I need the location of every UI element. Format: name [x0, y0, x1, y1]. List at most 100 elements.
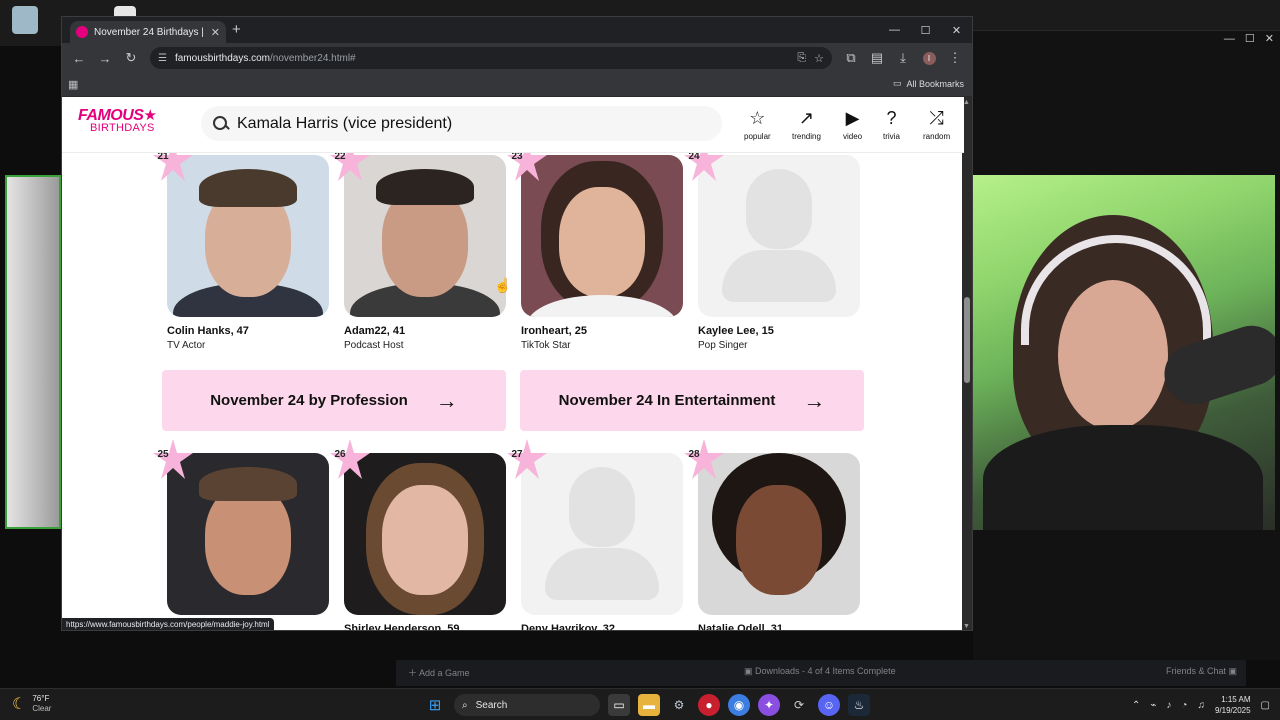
celebrity-card[interactable]: 24 Kaylee Lee, 15 Pop Singer: [684, 141, 860, 351]
discord-icon[interactable]: ☺: [818, 694, 840, 716]
celebrity-profession: TV Actor: [167, 340, 206, 351]
celebrity-name[interactable]: Adam22, 41: [344, 325, 506, 337]
steam-icon[interactable]: ♨: [848, 694, 870, 716]
sidepanel-icon[interactable]: ▤: [866, 47, 888, 69]
webcam-feed: [973, 175, 1275, 530]
video-icon: ▶: [845, 108, 860, 128]
bookmark-star-icon[interactable]: ☆: [814, 52, 824, 65]
celebrity-card[interactable]: 26 Shirley Henderson, 59: [330, 439, 506, 630]
minimize-icon[interactable]: —: [879, 17, 910, 43]
url-path: /november24.html#: [270, 52, 356, 64]
in-entertainment-button[interactable]: November 24 In Entertainment →: [520, 370, 864, 431]
friends-chat-button[interactable]: Friends & Chat ▣: [1166, 666, 1237, 677]
celebrity-name[interactable]: Colin Hanks, 47: [167, 325, 329, 337]
star-icon: ☆: [749, 108, 766, 128]
record-app-icon[interactable]: ●: [698, 694, 720, 716]
rank-number: 26: [334, 449, 346, 460]
address-bar[interactable]: ☰ famousbirthdays.com/november24.html# ⎘…: [150, 47, 832, 69]
downloads-status[interactable]: ▣ Downloads - 4 of 4 Items Complete: [744, 666, 896, 677]
volume-icon[interactable]: ♫: [1197, 700, 1205, 711]
taskbar-search-label: Search: [475, 699, 508, 711]
celebrity-card[interactable]: 21 Colin Hanks, 47 TV Actor: [153, 141, 329, 351]
microphone-icon[interactable]: ♪: [1166, 700, 1171, 711]
celebrity-profession: TikTok Star: [521, 340, 571, 351]
weather-temp: 76°F: [32, 694, 50, 703]
add-game-button[interactable]: ＋ Add a Game: [408, 666, 470, 679]
scroll-down-icon[interactable]: ▼: [963, 623, 970, 630]
recycle-bin-icon[interactable]: [12, 6, 38, 34]
nav-trivia[interactable]: ? trivia: [883, 107, 900, 141]
page-scrollbar[interactable]: ▲ ▼: [962, 97, 972, 630]
celebrity-card[interactable]: 23 Ironheart, 25 TikTok Star: [507, 141, 683, 351]
celebrity-name[interactable]: Natalie Odell, 31: [698, 623, 860, 630]
site-info-icon[interactable]: ☰: [158, 53, 167, 64]
by-profession-button[interactable]: November 24 by Profession →: [162, 370, 506, 431]
celebrity-name[interactable]: Deny Havrikov, 32: [521, 623, 683, 630]
weather-widget[interactable]: ☾ 76°F Clear: [12, 694, 51, 714]
clock-date: 9/19/2025: [1214, 706, 1251, 715]
all-bookmarks-label: All Bookmarks: [906, 78, 964, 89]
by-profession-label: November 24 by Profession: [210, 392, 408, 409]
reload-icon[interactable]: ↻: [120, 47, 142, 69]
notification-icon[interactable]: ▢: [1261, 700, 1270, 711]
nav-label: trivia: [883, 132, 900, 141]
close-window-icon[interactable]: ✕: [941, 17, 972, 43]
celebrity-name[interactable]: Shirley Henderson, 59: [344, 623, 506, 630]
install-app-icon[interactable]: ⎘: [797, 52, 806, 65]
background-window-controls[interactable]: — ☐ ✕: [1224, 31, 1274, 47]
taskbar-apps: ⊞ ⌕ Search ▭ ▬ ⚙ ● ◉ ✦ ⟳ ☺ ♨: [424, 694, 870, 716]
celebrity-name[interactable]: Kaylee Lee, 15: [698, 325, 860, 337]
celebrity-card[interactable]: 22 Adam22, 41 Podcast Host: [330, 141, 506, 351]
update-icon[interactable]: ⟳: [788, 694, 810, 716]
network-icon[interactable]: ⌁: [1150, 700, 1156, 711]
tab-close-icon[interactable]: ✕: [211, 26, 220, 39]
tab-bar: November 24 Birthdays | Famous ✕ + — ☐ ✕: [62, 17, 972, 43]
nav-label: trending: [792, 132, 821, 141]
copilot-icon[interactable]: ✦: [758, 694, 780, 716]
nav-trending[interactable]: ↗ trending: [792, 107, 821, 141]
back-icon[interactable]: ←: [68, 47, 90, 69]
celebrity-card[interactable]: 25: [153, 439, 329, 623]
url-text: famousbirthdays.com/november24.html#: [175, 53, 789, 64]
question-icon: ?: [886, 108, 897, 128]
mouse-cursor-icon: ☝: [494, 277, 512, 293]
wifi-icon[interactable]: ◔: [1181, 700, 1187, 711]
task-view-icon[interactable]: ▭: [608, 694, 630, 716]
tray-expand-icon[interactable]: ⌃: [1132, 700, 1140, 711]
status-bar-url: https://www.famousbirthdays.com/people/m…: [62, 618, 274, 630]
new-tab-icon[interactable]: +: [232, 21, 241, 38]
menu-kebab-icon[interactable]: ⋮: [944, 47, 966, 69]
chrome-icon[interactable]: ◉: [728, 694, 750, 716]
clock[interactable]: 1:15 AM 9/19/2025: [1215, 694, 1251, 716]
arrow-right-icon: →: [435, 387, 458, 413]
nav-random[interactable]: ⤮ random: [923, 107, 950, 141]
celebrity-card[interactable]: 27 Deny Havrikov, 32: [507, 439, 683, 630]
all-bookmarks-button[interactable]: ▭ All Bookmarks: [893, 78, 964, 89]
nav-popular[interactable]: ☆ popular: [744, 107, 771, 141]
maximize-icon[interactable]: ☐: [910, 17, 941, 43]
celebrity-card[interactable]: 28 Natalie Odell, 31: [684, 439, 860, 630]
taskbar-search[interactable]: ⌕ Search: [454, 694, 600, 716]
scroll-thumb[interactable]: [964, 297, 970, 383]
settings-icon[interactable]: ⚙: [668, 694, 690, 716]
tab-title: November 24 Birthdays | Famous: [94, 26, 205, 38]
forward-icon[interactable]: →: [94, 47, 116, 69]
profile-avatar[interactable]: I: [918, 47, 940, 69]
tab-active[interactable]: November 24 Birthdays | Famous ✕: [70, 21, 226, 43]
site-header: FAMOUS★ BIRTHDAYS Kamala Harris (vice pr…: [62, 97, 964, 153]
download-icon[interactable]: ⤓: [892, 47, 914, 69]
extensions-icon[interactable]: ⧉: [840, 47, 862, 69]
web-page: FAMOUS★ BIRTHDAYS Kamala Harris (vice pr…: [62, 97, 964, 630]
nav-video[interactable]: ▶ video: [843, 107, 862, 141]
apps-grid-icon[interactable]: ▦: [68, 78, 78, 91]
folder-icon: ▭: [892, 78, 902, 88]
celebrity-name[interactable]: Ironheart, 25: [521, 325, 683, 337]
nav-label: video: [843, 132, 863, 141]
background-app-footer: ＋ Add a Game ▣ Downloads - 4 of 4 Items …: [396, 660, 1246, 686]
windows-start-icon[interactable]: ⊞: [424, 694, 446, 716]
site-logo[interactable]: FAMOUS★ BIRTHDAYS: [78, 108, 157, 135]
nav-label: popular: [744, 132, 771, 141]
file-explorer-icon[interactable]: ▬: [638, 694, 660, 716]
site-search-input[interactable]: Kamala Harris (vice president): [201, 106, 722, 141]
scroll-up-icon[interactable]: ▲: [963, 99, 970, 106]
